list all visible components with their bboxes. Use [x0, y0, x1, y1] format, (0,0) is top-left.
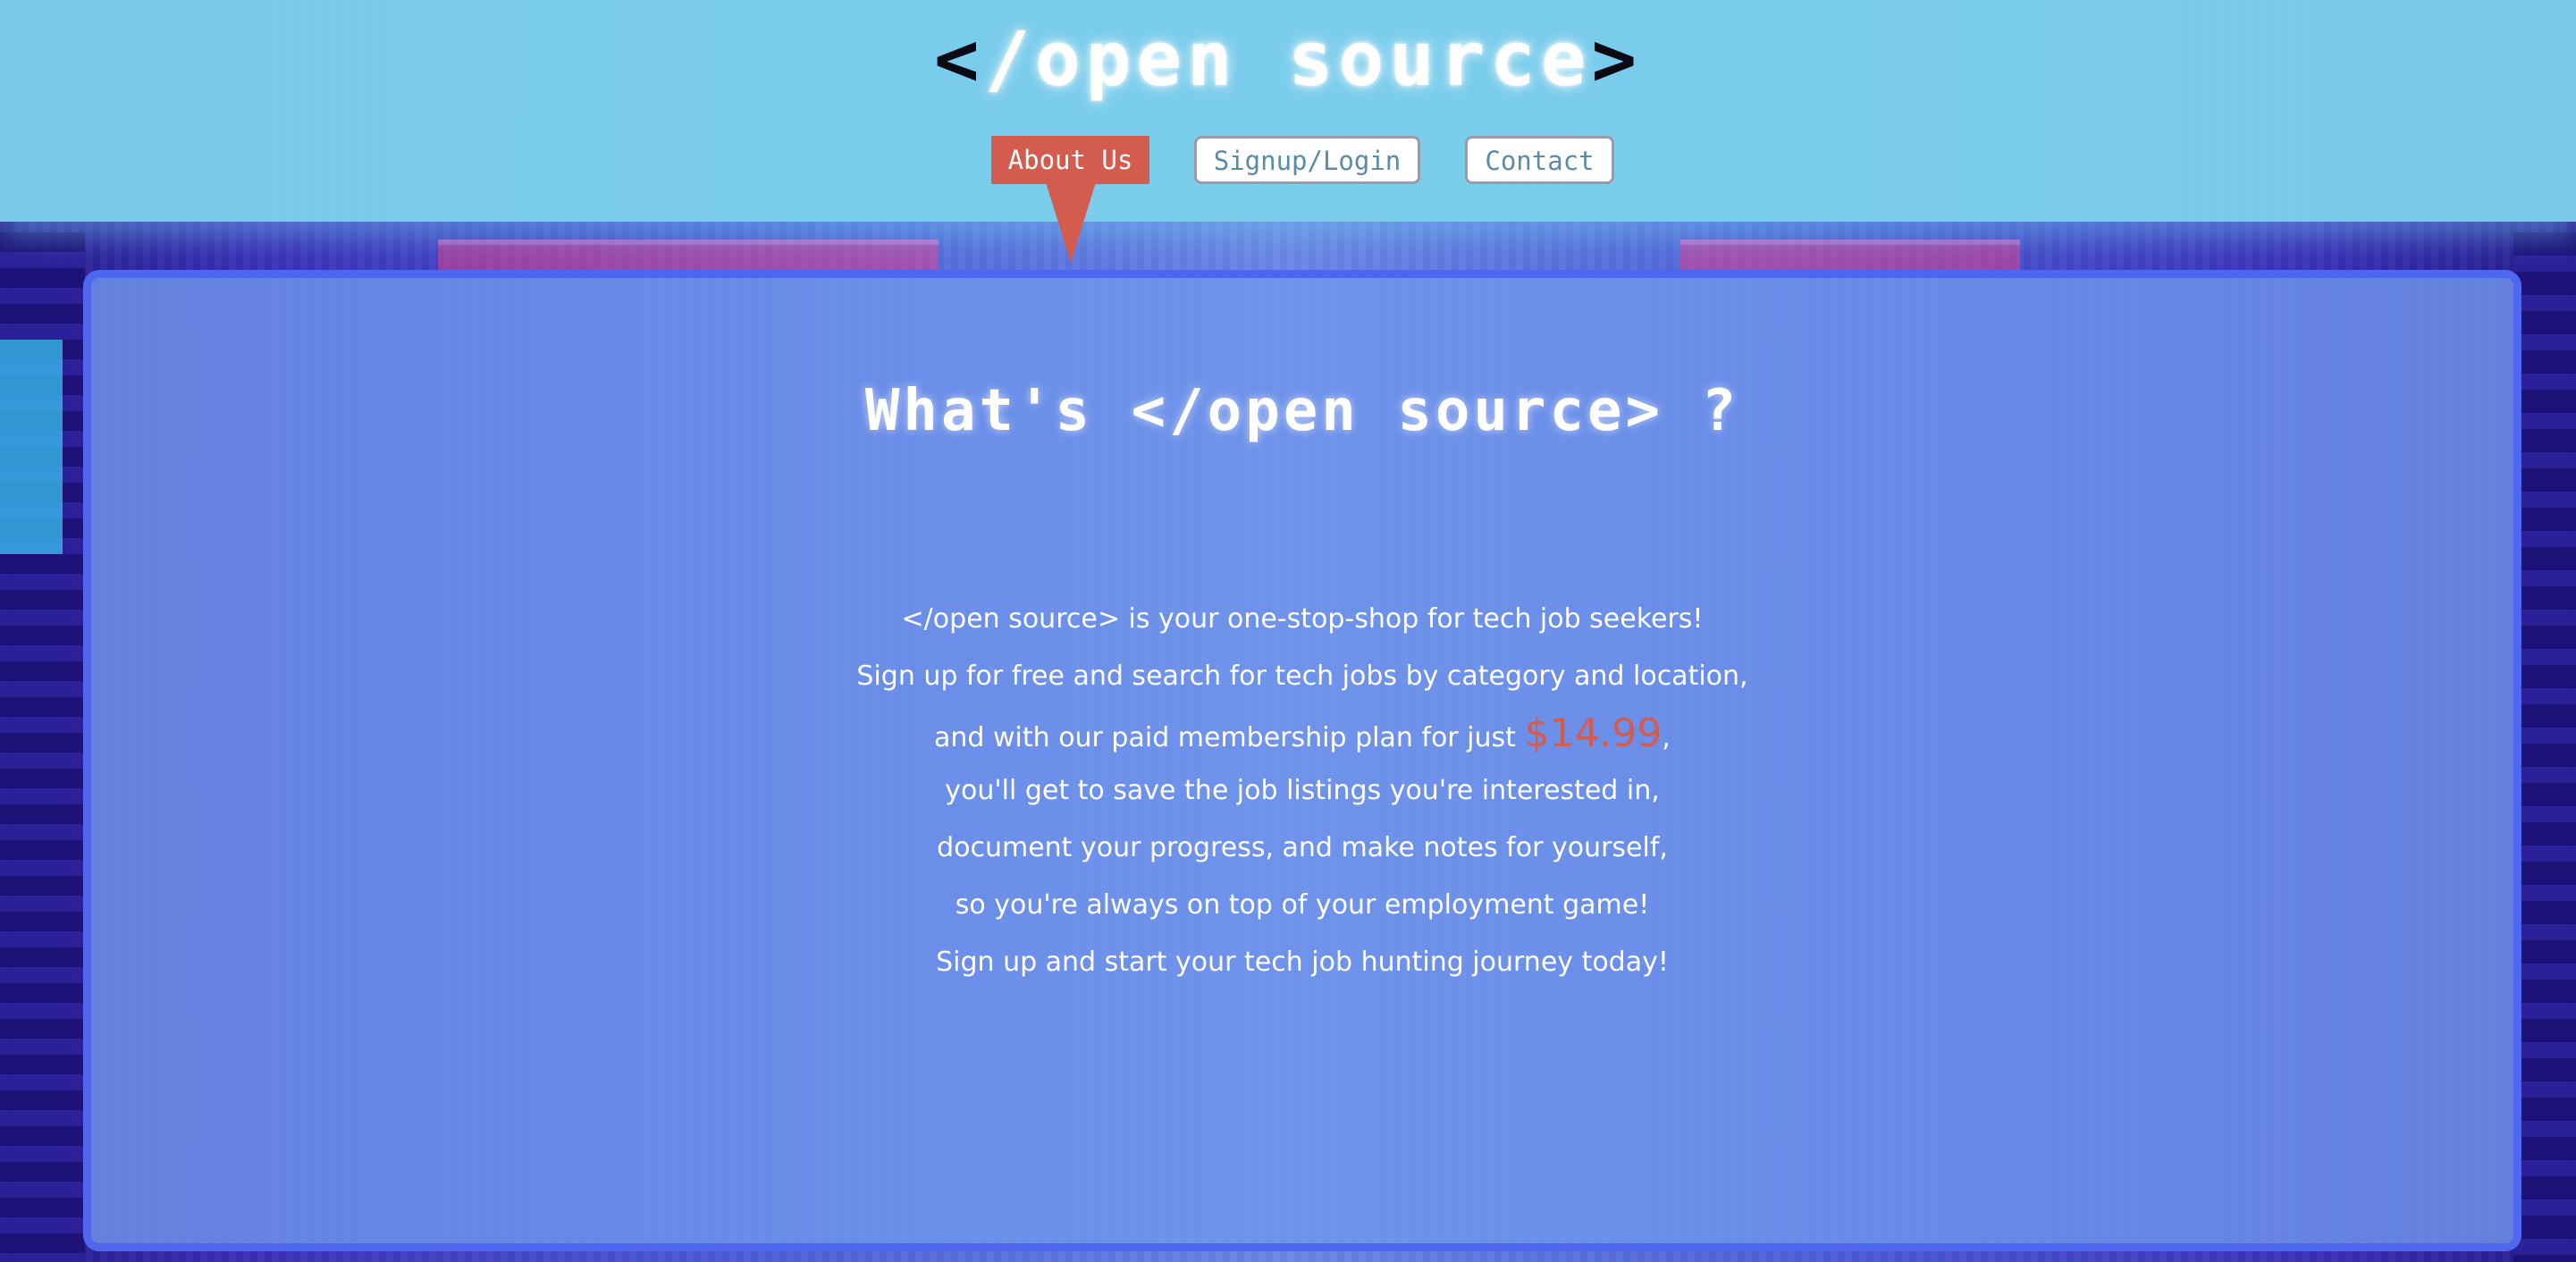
about-line-3-text: and with our paid membership plan for ju… [934, 722, 1525, 753]
nav-contact-button[interactable]: Contact [1465, 136, 1614, 184]
logo-open-bracket: < [933, 15, 985, 103]
about-line-2: Sign up for free and search for tech job… [856, 660, 1748, 692]
background-rack-right [2513, 232, 2576, 1262]
site-header: </open source> About Us Signup/Login Con… [0, 0, 2576, 263]
about-line-1: </open source> is your one-stop-shop for… [901, 603, 1704, 635]
about-line-4: you'll get to save the job listings you'… [945, 775, 1660, 806]
about-line-7: Sign up and start your tech job hunting … [936, 946, 1669, 978]
logo-text: /open source [984, 15, 1592, 103]
background-neon-strip-right [1680, 240, 2020, 272]
price-suffix: , [1662, 722, 1671, 753]
nav-signup-login-button[interactable]: Signup/Login [1194, 136, 1420, 184]
site-logo[interactable]: </open source> [0, 16, 2576, 102]
membership-price: $14.99 [1524, 711, 1663, 756]
about-line-5: document your progress, and make notes f… [937, 832, 1668, 863]
logo-close-bracket: > [1591, 15, 1643, 103]
background-neon-strip-left [438, 240, 939, 272]
active-tab-pointer-icon [1046, 182, 1096, 263]
nav-about-us-button[interactable]: About Us [991, 136, 1149, 184]
about-title: What's </open source> ? [864, 378, 1740, 444]
about-line-3: and with our paid membership plan for ju… [91, 705, 2513, 762]
about-line-6: so you're always on top of your employme… [955, 889, 1650, 921]
about-description: </open source> is your one-stop-shop for… [91, 591, 2513, 991]
background-cyan-block [0, 340, 63, 554]
about-panel: What's </open source> ? </open source> i… [83, 270, 2521, 1251]
main-nav: About Us Signup/Login Contact [0, 136, 2576, 263]
